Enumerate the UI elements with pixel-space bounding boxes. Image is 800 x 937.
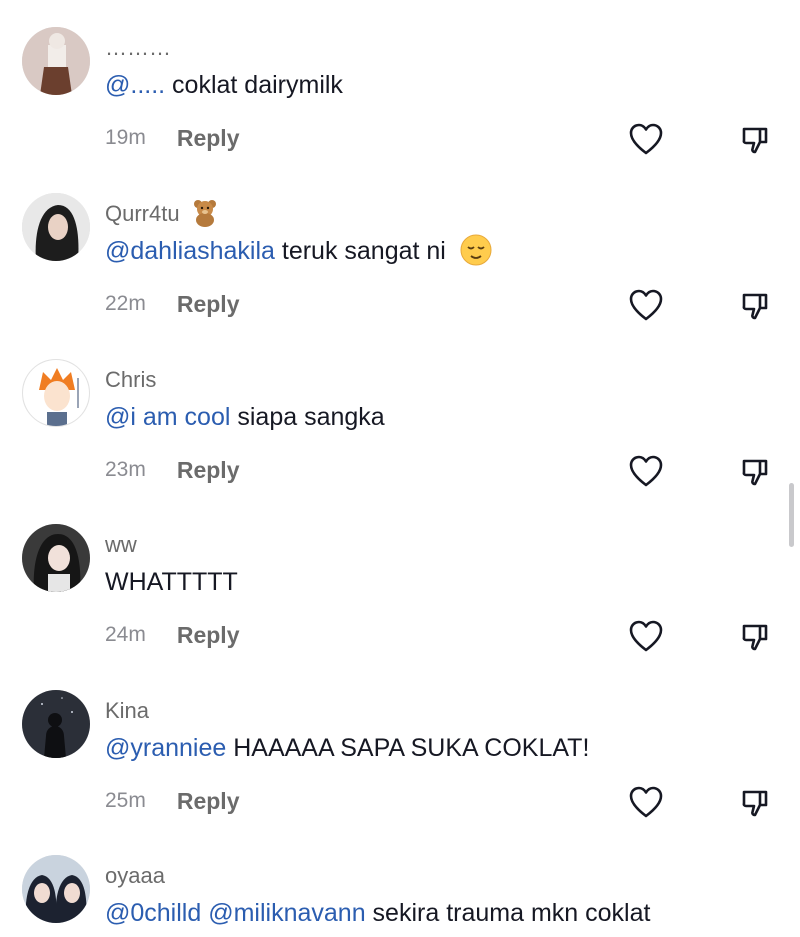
thumbs-down-icon[interactable] (740, 125, 770, 155)
mention[interactable]: @0chilld (105, 899, 201, 927)
comment-text: @i am cool siapa sangka (105, 403, 385, 432)
mention[interactable]: @i am cool (105, 403, 230, 431)
avatar[interactable] (22, 193, 90, 261)
comment-meta: 22m Reply (105, 288, 240, 320)
avatar[interactable] (22, 524, 90, 592)
username-text[interactable]: Qurr4tu (105, 201, 180, 226)
comment-body: sekira trauma mkn coklat (365, 899, 651, 927)
thumbs-down-icon[interactable] (740, 622, 770, 652)
username[interactable]: Chris (105, 367, 156, 393)
heart-outline-icon[interactable] (628, 454, 664, 488)
thumbs-down-icon[interactable] (740, 788, 770, 818)
avatar[interactable] (22, 27, 90, 95)
mention[interactable]: @dahliashakila (105, 237, 275, 265)
teddy-bear-emoji (193, 200, 216, 228)
avatar[interactable] (22, 359, 90, 427)
comment-text: @yranniee HAAAAA SAPA SUKA COKLAT! (105, 734, 589, 763)
reply-button[interactable]: Reply (177, 622, 240, 649)
avatar[interactable] (22, 855, 90, 923)
comment-item: Chris @i am cool siapa sangka 23m Reply (0, 359, 800, 525)
comment-item: Kina @yranniee HAAAAA SAPA SUKA COKLAT! … (0, 690, 800, 856)
username[interactable]: ww (105, 532, 137, 558)
comment-body: siapa sangka (230, 403, 385, 431)
comment-text: @..... coklat dairymilk (105, 71, 343, 100)
username[interactable]: ……… (105, 35, 171, 61)
relieved-face-emoji (460, 234, 492, 266)
comment-meta: 25m Reply (105, 785, 240, 817)
comment-body: HAAAAA SAPA SUKA COKLAT! (226, 734, 590, 762)
comment-item: Qurr4tu @dahliashakila teruk sangat ni 2… (0, 193, 800, 359)
comment-meta: 24m Reply (105, 619, 240, 651)
comment-body: coklat dairymilk (165, 71, 343, 99)
username[interactable]: Qurr4tu (105, 200, 220, 228)
reply-button[interactable]: Reply (177, 125, 240, 152)
comment-text: @dahliashakila teruk sangat ni (105, 234, 493, 267)
comment-body: WHATTTTT (105, 568, 238, 596)
comment-body: teruk sangat ni (274, 237, 446, 265)
heart-outline-icon[interactable] (628, 785, 664, 819)
thumbs-down-icon[interactable] (740, 457, 770, 487)
thumbs-down-icon[interactable] (740, 291, 770, 321)
heart-outline-icon[interactable] (628, 122, 664, 156)
timestamp: 24m (105, 623, 146, 646)
comment-meta: 19m Reply (105, 122, 240, 154)
comment-item: ww WHATTTTT 24m Reply (0, 524, 800, 690)
username[interactable]: Kina (105, 698, 149, 724)
timestamp: 22m (105, 292, 146, 315)
timestamp: 23m (105, 458, 146, 481)
heart-outline-icon[interactable] (628, 288, 664, 322)
comment-item: oyaaa @0chilld @miliknavann sekira traum… (0, 855, 800, 937)
timestamp: 19m (105, 126, 146, 149)
comment-item: ……… @..... coklat dairymilk 19m Reply (0, 27, 800, 193)
heart-outline-icon[interactable] (628, 619, 664, 653)
comment-text: @0chilld @miliknavann sekira trauma mkn … (105, 899, 650, 928)
comment-meta: 23m Reply (105, 454, 240, 486)
reply-button[interactable]: Reply (177, 788, 240, 815)
reply-button[interactable]: Reply (177, 457, 240, 484)
mention[interactable]: @..... (105, 71, 165, 99)
scrollbar[interactable] (789, 483, 794, 547)
mention[interactable]: @yranniee (105, 734, 226, 762)
reply-button[interactable]: Reply (177, 291, 240, 318)
timestamp: 25m (105, 789, 146, 812)
username[interactable]: oyaaa (105, 863, 165, 889)
comment-text: WHATTTTT (105, 568, 238, 597)
mention[interactable]: @miliknavann (201, 899, 365, 927)
avatar[interactable] (22, 690, 90, 758)
